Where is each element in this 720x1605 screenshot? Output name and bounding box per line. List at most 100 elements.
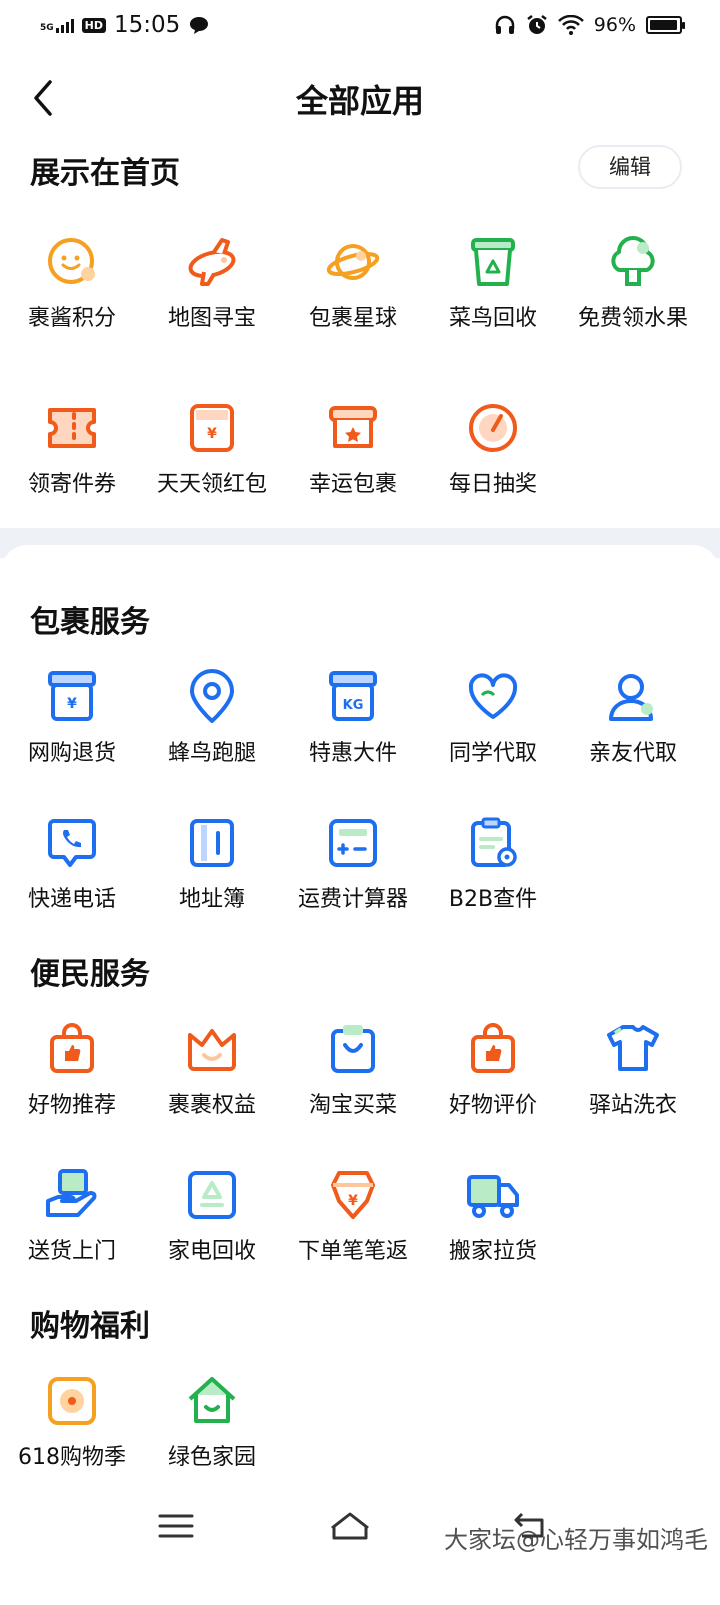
app-item[interactable]: 地图寻宝 xyxy=(140,234,284,332)
app-item[interactable]: 菜鸟回收 xyxy=(421,234,565,332)
svg-text:¥: ¥ xyxy=(348,1193,358,1209)
yen-badge-icon: ¥ xyxy=(331,1171,375,1219)
app-label: 地图寻宝 xyxy=(167,306,256,331)
green-house-icon xyxy=(188,1377,236,1423)
app-label: 裹裹权益 xyxy=(167,1093,256,1118)
app-label: 地址簿 xyxy=(178,887,245,912)
app-label: 下单笔笔返 xyxy=(297,1239,408,1264)
headphones-icon xyxy=(495,15,515,34)
app-item[interactable]: 领寄件券 xyxy=(0,400,144,498)
smiley-icon xyxy=(48,238,95,284)
app-label: 领寄件券 xyxy=(27,472,116,497)
app-label: 菜鸟回收 xyxy=(448,306,537,331)
clock: 15:05 xyxy=(114,12,181,38)
section-title-parcel: 包裹服务 xyxy=(30,605,150,640)
tshirt-icon xyxy=(607,1025,659,1071)
app-item[interactable]: B2B查件 xyxy=(421,815,565,913)
recycle-box-icon xyxy=(471,238,515,286)
sale-618-icon xyxy=(48,1377,96,1425)
app-label: 包裹星球 xyxy=(308,306,397,331)
app-item[interactable]: 免费领水果 xyxy=(561,234,705,332)
app-item[interactable]: 裹酱积分 xyxy=(0,234,144,332)
watermark: 大家坛@心轻万事如鸿毛 xyxy=(444,1526,708,1554)
app-label: 快递电话 xyxy=(27,887,116,912)
app-item[interactable]: 幸运包裹 xyxy=(281,400,425,498)
battery-percent: 96% xyxy=(593,14,636,36)
app-item[interactable]: 地址簿 xyxy=(140,815,284,913)
app-label: 蜂鸟跑腿 xyxy=(167,741,256,766)
app-item[interactable]: 搬家拉货 xyxy=(421,1167,565,1265)
app-item[interactable]: ¥ 天天领红包 xyxy=(140,400,284,498)
grocery-bag-icon xyxy=(331,1025,375,1073)
app-label: 618购物季 xyxy=(18,1445,126,1470)
section-title-home: 展示在首页 xyxy=(30,156,180,191)
edit-button[interactable]: 编辑 xyxy=(578,145,682,189)
alarm-icon xyxy=(527,15,547,34)
svg-text:¥: ¥ xyxy=(67,696,77,712)
app-label: 搬家拉货 xyxy=(448,1239,537,1264)
app-label: 绿色家园 xyxy=(167,1445,256,1470)
app-label: 同学代取 xyxy=(448,741,537,766)
app-item[interactable]: 快递电话 xyxy=(0,815,144,913)
nav-bar: 全部应用 xyxy=(0,60,720,136)
app-label: 裹酱积分 xyxy=(27,306,116,331)
app-item[interactable]: KG 特惠大件 xyxy=(281,669,425,767)
app-item[interactable]: 好物评价 xyxy=(421,1021,565,1119)
planet-icon xyxy=(326,244,380,280)
tree-icon xyxy=(611,236,655,286)
app-item[interactable]: 绿色家园 xyxy=(140,1373,284,1471)
return-box-icon: ¥ xyxy=(48,671,96,721)
app-item[interactable]: 运费计算器 xyxy=(281,815,425,913)
phone-chat-icon xyxy=(48,819,96,867)
svg-text:KG: KG xyxy=(343,698,364,713)
hand-parcel-icon xyxy=(46,1169,97,1217)
red-packet-icon: ¥ xyxy=(190,404,234,452)
app-label: 网购退货 xyxy=(27,741,116,766)
app-label: 送货上门 xyxy=(27,1239,116,1264)
app-item[interactable]: 送货上门 xyxy=(0,1167,144,1265)
app-label: 特惠大件 xyxy=(308,741,397,766)
lucky-box-icon xyxy=(329,406,377,448)
battery-icon xyxy=(646,16,685,34)
recycle-icon xyxy=(188,1171,236,1219)
address-book-icon xyxy=(190,819,234,867)
shopping-bag-like-icon xyxy=(50,1023,94,1073)
shopping-bag-review-icon xyxy=(471,1023,515,1073)
app-item[interactable]: 蜂鸟跑腿 xyxy=(140,669,284,767)
app-item[interactable]: 同学代取 xyxy=(421,669,565,767)
section-title-shopping: 购物福利 xyxy=(30,1309,150,1344)
app-item[interactable]: 亲友代取 xyxy=(561,669,705,767)
section-title-convenience: 便民服务 xyxy=(30,957,150,992)
message-icon xyxy=(190,17,209,34)
plane-icon xyxy=(188,238,236,286)
app-item[interactable]: 驿站洗衣 xyxy=(561,1021,705,1119)
signal-icon xyxy=(55,17,74,33)
app-item[interactable]: 淘宝买菜 xyxy=(281,1021,425,1119)
page-title: 全部应用 xyxy=(295,82,424,120)
app-label: 淘宝买菜 xyxy=(308,1093,397,1118)
person-icon xyxy=(609,674,653,721)
status-bar: 5G HD 15:05 96% xyxy=(0,0,720,56)
app-label: 驿站洗衣 xyxy=(588,1093,677,1118)
spin-wheel-icon xyxy=(469,404,517,452)
heart-icon xyxy=(468,673,518,719)
app-label: 家电回收 xyxy=(167,1239,256,1264)
app-item[interactable]: 618购物季 xyxy=(0,1373,144,1471)
app-item[interactable]: 每日抽奖 xyxy=(421,400,565,498)
app-label: 亲友代取 xyxy=(588,741,677,766)
weight-kg-icon: KG xyxy=(329,671,377,721)
menu-icon[interactable] xyxy=(152,1506,200,1546)
app-item[interactable]: 裹裹权益 xyxy=(140,1021,284,1119)
app-label: 好物推荐 xyxy=(27,1093,116,1118)
app-item[interactable]: 家电回收 xyxy=(140,1167,284,1265)
app-item[interactable]: ¥ 下单笔笔返 xyxy=(281,1167,425,1265)
app-item[interactable]: 包裹星球 xyxy=(281,234,425,332)
location-pin-icon xyxy=(190,669,234,723)
home-icon[interactable] xyxy=(326,1506,374,1546)
app-label: B2B查件 xyxy=(448,887,538,912)
app-label: 幸运包裹 xyxy=(308,472,397,497)
app-label: 好物评价 xyxy=(448,1093,537,1118)
app-item[interactable]: ¥ 网购退货 xyxy=(0,669,144,767)
wifi-icon xyxy=(557,15,584,35)
app-item[interactable]: 好物推荐 xyxy=(0,1021,144,1119)
